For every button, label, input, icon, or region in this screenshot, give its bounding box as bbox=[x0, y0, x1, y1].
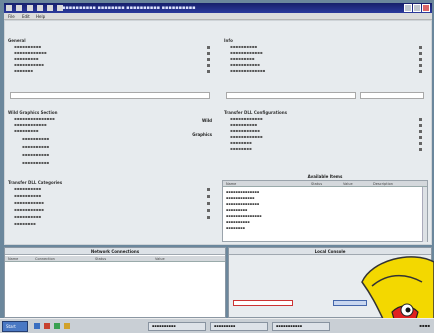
table-row[interactable]: ▪▪▪▪▪▪▪▪▪▪▪▪▪▪ bbox=[226, 202, 259, 206]
list-item[interactable]: ▪▪▪▪▪▪▪▪▪▪ bbox=[14, 186, 41, 192]
indicator-icon bbox=[419, 52, 422, 55]
minimize-button[interactable] bbox=[404, 4, 412, 12]
taskbar-item[interactable]: ▪▪▪▪▪▪▪▪▪ bbox=[210, 322, 268, 331]
quicklaunch-icon[interactable] bbox=[44, 323, 50, 329]
section-title: Info bbox=[224, 38, 233, 43]
indicator-icon bbox=[207, 70, 210, 73]
start-button[interactable]: Start bbox=[2, 321, 28, 332]
indicator-icon bbox=[419, 118, 422, 121]
table-row[interactable]: ▪▪▪▪▪▪▪▪▪▪▪▪▪▪ bbox=[226, 190, 259, 194]
taskbar: Start ▪▪▪▪▪▪▪▪▪▪ ▪▪▪▪▪▪▪▪▪ ▪▪▪▪▪▪▪▪▪▪▪ ▪… bbox=[0, 318, 434, 333]
list-item[interactable]: ▪▪▪▪▪▪▪▪▪▪▪▪▪ bbox=[230, 68, 265, 74]
list-item[interactable]: ▪▪▪▪▪▪▪▪▪▪ bbox=[22, 160, 49, 166]
indicator-icon bbox=[419, 136, 422, 139]
general-input[interactable] bbox=[10, 92, 210, 99]
app-icon bbox=[6, 5, 12, 11]
menu-edit[interactable]: Edit bbox=[22, 14, 30, 19]
start-label: Start bbox=[6, 324, 16, 329]
indicator-icon bbox=[419, 58, 422, 61]
indicator-icon bbox=[207, 188, 210, 191]
indicator-icon bbox=[207, 195, 210, 198]
indicator-icon bbox=[419, 64, 422, 67]
indicator-icon bbox=[419, 130, 422, 133]
indicator-icon bbox=[419, 46, 422, 49]
table-row[interactable]: ▪▪▪▪▪▪▪▪▪▪▪▪ bbox=[226, 196, 254, 200]
quicklaunch-icon[interactable] bbox=[64, 323, 70, 329]
table-row[interactable]: ▪▪▪▪▪▪▪▪ bbox=[226, 226, 245, 230]
section-title: General bbox=[8, 38, 26, 43]
section-title: Transfer DLL Categories bbox=[8, 180, 63, 185]
indicator-icon bbox=[207, 46, 210, 49]
graphics-badge: Graphics bbox=[192, 132, 212, 137]
table-header: Name Status Value Description bbox=[223, 181, 427, 187]
list-item[interactable]: ▪▪▪▪▪▪▪▪▪ bbox=[14, 128, 38, 134]
table-title: Available Items bbox=[307, 174, 343, 179]
column-header[interactable]: Status bbox=[95, 257, 106, 261]
toolbar-icon-1[interactable] bbox=[16, 5, 23, 11]
indicator-icon bbox=[419, 142, 422, 145]
list-item[interactable]: ▪▪▪▪▪▪▪ bbox=[14, 68, 33, 74]
window-title: ▪▪▪▪▪▪▪▪▪▪ ▪▪▪▪▪▪▪▪ ▪▪▪▪▪▪▪▪▪▪ ▪▪▪▪▪▪▪▪▪… bbox=[62, 5, 196, 11]
indicator-icon bbox=[207, 64, 210, 67]
dll-config-section: Transfer DLL Configurations ▪▪▪▪▪▪▪▪▪▪▪▪… bbox=[224, 110, 428, 172]
column-header[interactable]: Description bbox=[373, 182, 393, 186]
info-input-1[interactable] bbox=[226, 92, 356, 99]
column-header[interactable]: Status bbox=[311, 182, 322, 186]
indicator-icon bbox=[207, 209, 210, 212]
section-title: Transfer DLL Configurations bbox=[224, 110, 287, 115]
pane-header: Name Connection Status Value bbox=[5, 256, 225, 262]
indicator-icon bbox=[207, 202, 210, 205]
table-scrollbar[interactable] bbox=[422, 187, 427, 242]
clock: ▪▪▪▪ bbox=[419, 323, 430, 328]
window-titlebar: ▪▪▪▪▪▪▪▪▪▪ ▪▪▪▪▪▪▪▪ ▪▪▪▪▪▪▪▪▪▪ ▪▪▪▪▪▪▪▪▪… bbox=[4, 3, 432, 13]
list-item[interactable]: ▪▪▪▪▪▪▪▪▪▪ bbox=[22, 136, 49, 142]
dll-categories-section: Transfer DLL Categories ▪▪▪▪▪▪▪▪▪▪ ▪▪▪▪▪… bbox=[8, 180, 216, 238]
section-title: Wild Graphics Section bbox=[8, 110, 58, 115]
wild-badge: Wild bbox=[201, 118, 212, 123]
wild-graphics-section: Wild Graphics Section ▪▪▪▪▪▪▪▪▪▪▪▪▪▪▪ ▪▪… bbox=[8, 110, 216, 176]
column-header[interactable]: Name bbox=[8, 257, 18, 261]
list-item[interactable]: ▪▪▪▪▪▪▪▪▪▪ bbox=[14, 214, 41, 220]
list-item[interactable]: ▪▪▪▪▪▪▪▪ bbox=[14, 221, 36, 227]
info-section: Info ▪▪▪▪▪▪▪▪▪▪ ▪▪▪▪▪▪▪▪▪▪▪▪ ▪▪▪▪▪▪▪▪▪ ▪… bbox=[224, 38, 428, 99]
taskbar-item[interactable]: ▪▪▪▪▪▪▪▪▪▪ bbox=[148, 322, 206, 331]
toolbar-icon-4[interactable] bbox=[47, 5, 54, 11]
list-item[interactable]: ▪▪▪▪▪▪▪▪▪▪ bbox=[14, 193, 41, 199]
indicator-icon bbox=[419, 148, 422, 151]
console-input[interactable] bbox=[233, 300, 293, 306]
indicator-icon bbox=[207, 216, 210, 219]
list-item[interactable]: ▪▪▪▪▪▪▪▪▪▪ bbox=[22, 152, 49, 158]
list-item[interactable]: ▪▪▪▪▪▪▪▪▪▪▪ bbox=[14, 207, 44, 213]
toolbar-icon-2[interactable] bbox=[26, 5, 33, 11]
table-row[interactable]: ▪▪▪▪▪▪▪▪▪▪ bbox=[226, 220, 250, 224]
info-input-2[interactable] bbox=[360, 92, 424, 99]
column-header[interactable]: Value bbox=[343, 182, 353, 186]
menu-file[interactable]: File bbox=[8, 14, 15, 19]
list-item[interactable]: ▪▪▪▪▪▪▪▪▪▪ bbox=[22, 144, 49, 150]
toolbar-icon-3[interactable] bbox=[36, 5, 43, 11]
indicator-icon bbox=[207, 58, 210, 61]
table-row[interactable]: ▪▪▪▪▪▪▪▪▪ bbox=[226, 208, 247, 212]
network-connections-pane: Network Connections Name Connection Stat… bbox=[4, 247, 226, 318]
list-item[interactable]: ▪▪▪▪▪▪▪▪▪▪▪ bbox=[14, 200, 44, 206]
indicator-icon bbox=[419, 70, 422, 73]
list-item[interactable]: ▪▪▪▪▪▪▪▪ bbox=[230, 146, 252, 152]
column-header[interactable]: Value bbox=[155, 257, 165, 261]
menu-bar: File Edit Help bbox=[4, 13, 432, 20]
column-header[interactable]: Connection bbox=[35, 257, 55, 261]
general-section: General ▪▪▪▪▪▪▪▪▪▪ ▪▪▪▪▪▪▪▪▪▪▪▪ ▪▪▪▪▪▪▪▪… bbox=[8, 38, 216, 99]
quicklaunch-icon[interactable] bbox=[54, 323, 60, 329]
indicator-icon bbox=[419, 124, 422, 127]
available-items-table: Available Items Name Status Value Descri… bbox=[222, 174, 428, 242]
quicklaunch-icon[interactable] bbox=[34, 323, 40, 329]
close-button[interactable] bbox=[422, 4, 430, 12]
taskbar-item[interactable]: ▪▪▪▪▪▪▪▪▪▪▪ bbox=[272, 322, 330, 331]
column-header[interactable]: Name bbox=[226, 182, 236, 186]
menu-help[interactable]: Help bbox=[36, 14, 45, 19]
indicator-icon bbox=[207, 52, 210, 55]
table-row[interactable]: ▪▪▪▪▪▪▪▪▪▪▪▪▪▪▪ bbox=[226, 214, 262, 218]
maximize-button[interactable] bbox=[413, 4, 421, 12]
pane-title: Network Connections bbox=[5, 248, 225, 255]
